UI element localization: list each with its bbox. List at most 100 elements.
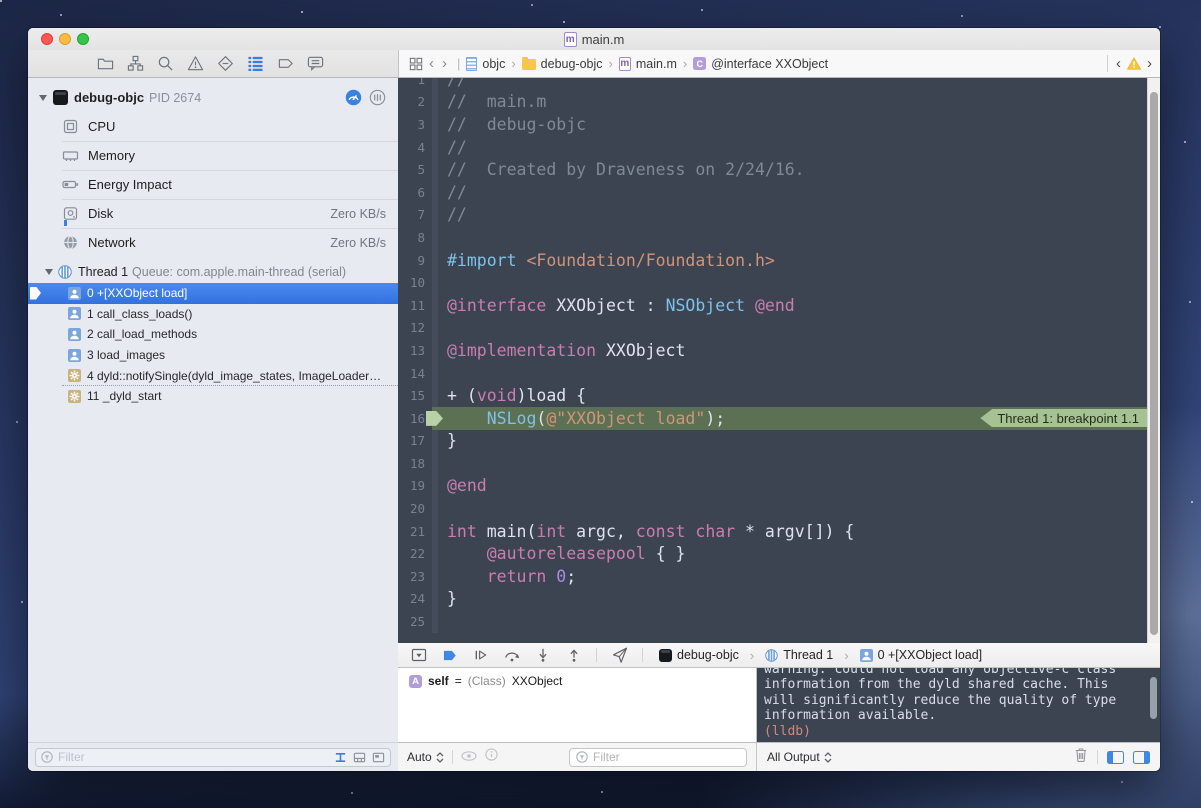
breakpoint-navigator-button[interactable] (276, 55, 294, 73)
test-navigator-button[interactable] (216, 55, 234, 73)
line-number[interactable]: 10 (398, 271, 432, 294)
editor-scrollbar[interactable] (1147, 78, 1160, 643)
variable-row[interactable]: A self = (Class) XXObject (409, 674, 756, 688)
forward-button[interactable]: › (442, 55, 447, 72)
line-number[interactable]: 5 (398, 158, 432, 181)
jumpbar-item[interactable]: mmain.m (619, 57, 677, 71)
code-line[interactable]: 25 (398, 610, 1147, 633)
jumpbar-item[interactable]: debug-objc (522, 57, 603, 71)
debug-breadcrumb-item[interactable]: debug-objc (659, 648, 739, 662)
stack-frame-row[interactable]: 11 _dyld_start (28, 386, 398, 407)
line-number[interactable]: 24 (398, 588, 432, 611)
stack-frame-row[interactable]: 0 +[XXObject load] (28, 283, 398, 304)
scrollbar-thumb[interactable] (1150, 92, 1158, 635)
search-navigator-button[interactable] (156, 55, 174, 73)
debug-navigator-button-active[interactable] (246, 55, 264, 73)
code-line[interactable]: 8 (398, 226, 1147, 249)
clear-console-button[interactable] (1074, 747, 1088, 767)
view-mode-2-icon[interactable] (372, 751, 385, 764)
gauge-row-memory[interactable]: Memory (28, 141, 398, 170)
code-line[interactable]: 5// Created by Draveness on 2/24/16. (398, 158, 1147, 181)
line-number[interactable]: 12 (398, 317, 432, 340)
disclosure-triangle[interactable] (39, 95, 47, 101)
debug-breadcrumb-item[interactable]: Thread 1 (765, 648, 833, 662)
profile-in-instruments-icon[interactable] (345, 89, 362, 106)
code-line[interactable]: 7// (398, 204, 1147, 227)
console-scrollbar-thumb[interactable] (1150, 677, 1157, 719)
stack-frame-row[interactable]: 1 call_class_loads() (28, 304, 398, 325)
step-out-button[interactable] (565, 647, 582, 664)
step-over-button[interactable] (503, 647, 520, 664)
code-line[interactable]: 18 (398, 452, 1147, 475)
line-number[interactable]: 25 (398, 610, 432, 633)
variables-filter-field[interactable]: Filter (569, 748, 747, 767)
line-number[interactable]: 11 (398, 294, 432, 317)
code-line[interactable]: 11@interface XXObject : NSObject @end (398, 294, 1147, 317)
gauge-row-cpu[interactable]: CPU (28, 112, 398, 141)
toggle-variables-view-button[interactable] (1107, 751, 1124, 764)
line-number[interactable]: 7 (398, 204, 432, 227)
simulate-location-button[interactable] (611, 647, 628, 664)
line-number[interactable]: 4 (398, 136, 432, 159)
stack-frame-row[interactable]: 4 dyld::notifySingle(dyld_image_states, … (28, 365, 398, 386)
line-number[interactable]: 14 (398, 362, 432, 385)
flat-list-toggle-icon[interactable] (334, 751, 347, 764)
titlebar[interactable]: m main.m (28, 28, 1160, 50)
code-line[interactable]: 17} (398, 430, 1147, 453)
line-number[interactable]: 13 (398, 339, 432, 362)
code-line[interactable]: 12 (398, 317, 1147, 340)
symbol-navigator-button[interactable] (126, 55, 144, 73)
line-number[interactable]: 1 (398, 78, 432, 91)
process-row[interactable]: debug-objc PID 2674 (28, 85, 398, 110)
code-line[interactable]: 3// debug-objc (398, 113, 1147, 136)
back-button[interactable]: ‹ (429, 55, 434, 72)
code-line[interactable]: 23 return 0; (398, 565, 1147, 588)
line-number[interactable]: 19 (398, 475, 432, 498)
sidebar-filter-field[interactable]: Filter (35, 748, 391, 767)
thread-row[interactable]: Thread 1 Queue: com.apple.main-thread (s… (28, 261, 398, 283)
code-line[interactable]: 13@implementation XXObject (398, 339, 1147, 362)
code-line[interactable]: 19@end (398, 475, 1147, 498)
line-number[interactable]: 21 (398, 520, 432, 543)
code-line[interactable]: 22 @autoreleasepool { } (398, 542, 1147, 565)
breakpoint-annotation[interactable]: Thread 1: breakpoint 1.1 (980, 409, 1147, 428)
disclosure-triangle[interactable] (45, 269, 53, 275)
jumpbar-item[interactable]: C@interface XXObject (693, 57, 828, 71)
code-line[interactable]: 21int main(int argc, const char * argv[]… (398, 520, 1147, 543)
output-mode-popup[interactable]: All Output (767, 750, 832, 764)
breakpoints-toggle-button[interactable] (441, 647, 458, 664)
continue-button[interactable] (472, 647, 489, 664)
gauge-row-energy[interactable]: Energy Impact (28, 170, 398, 199)
line-number[interactable]: 23 (398, 565, 432, 588)
stack-frame-row[interactable]: 2 call_load_methods (28, 324, 398, 345)
related-items-icon[interactable] (407, 55, 425, 73)
issue-navigator-button[interactable] (186, 55, 204, 73)
code-line[interactable]: 14 (398, 362, 1147, 385)
line-number[interactable]: 6 (398, 181, 432, 204)
code-line[interactable]: 6// (398, 181, 1147, 204)
info-button[interactable] (485, 748, 498, 766)
step-into-button[interactable] (534, 647, 551, 664)
code-line[interactable]: 10 (398, 271, 1147, 294)
view-mode-1-icon[interactable] (353, 751, 366, 764)
code-line[interactable]: 24} (398, 588, 1147, 611)
line-number[interactable]: 8 (398, 226, 432, 249)
code-line[interactable]: 16 NSLog(@"XXObject load");Thread 1: bre… (398, 407, 1147, 430)
line-number[interactable]: 18 (398, 452, 432, 475)
code-line[interactable]: 20 (398, 497, 1147, 520)
toggle-console-button[interactable] (1133, 751, 1150, 764)
line-number[interactable]: 22 (398, 542, 432, 565)
console[interactable]: warning: could not load any objective-c … (757, 668, 1160, 742)
next-issue-button[interactable]: › (1147, 55, 1152, 72)
code-line[interactable]: 9#import <Foundation/Foundation.h> (398, 249, 1147, 272)
line-number[interactable]: 9 (398, 249, 432, 272)
close-button[interactable] (41, 33, 53, 45)
quicklook-eye-button[interactable] (461, 748, 477, 766)
gauge-row-network[interactable]: NetworkZero KB/s (28, 228, 398, 257)
source-editor[interactable]: 1//2// main.m3// debug-objc4//5// Create… (398, 78, 1160, 643)
variables-view[interactable]: A self = (Class) XXObject (398, 668, 757, 742)
line-number[interactable]: 3 (398, 113, 432, 136)
view-options-icon[interactable] (369, 89, 386, 106)
code-line[interactable]: 1// (398, 78, 1147, 91)
warning-icon[interactable] (1127, 57, 1141, 70)
